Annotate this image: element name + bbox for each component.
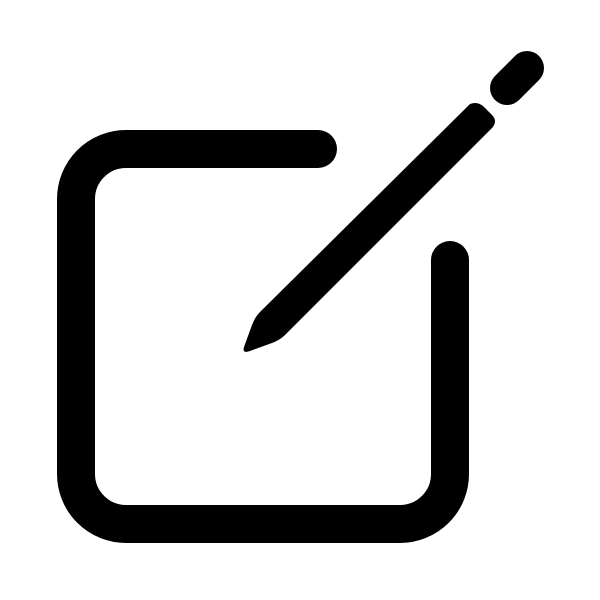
icon-canvas — [0, 0, 600, 600]
edit-icon[interactable] — [0, 0, 600, 600]
pencil-cap — [490, 51, 544, 105]
